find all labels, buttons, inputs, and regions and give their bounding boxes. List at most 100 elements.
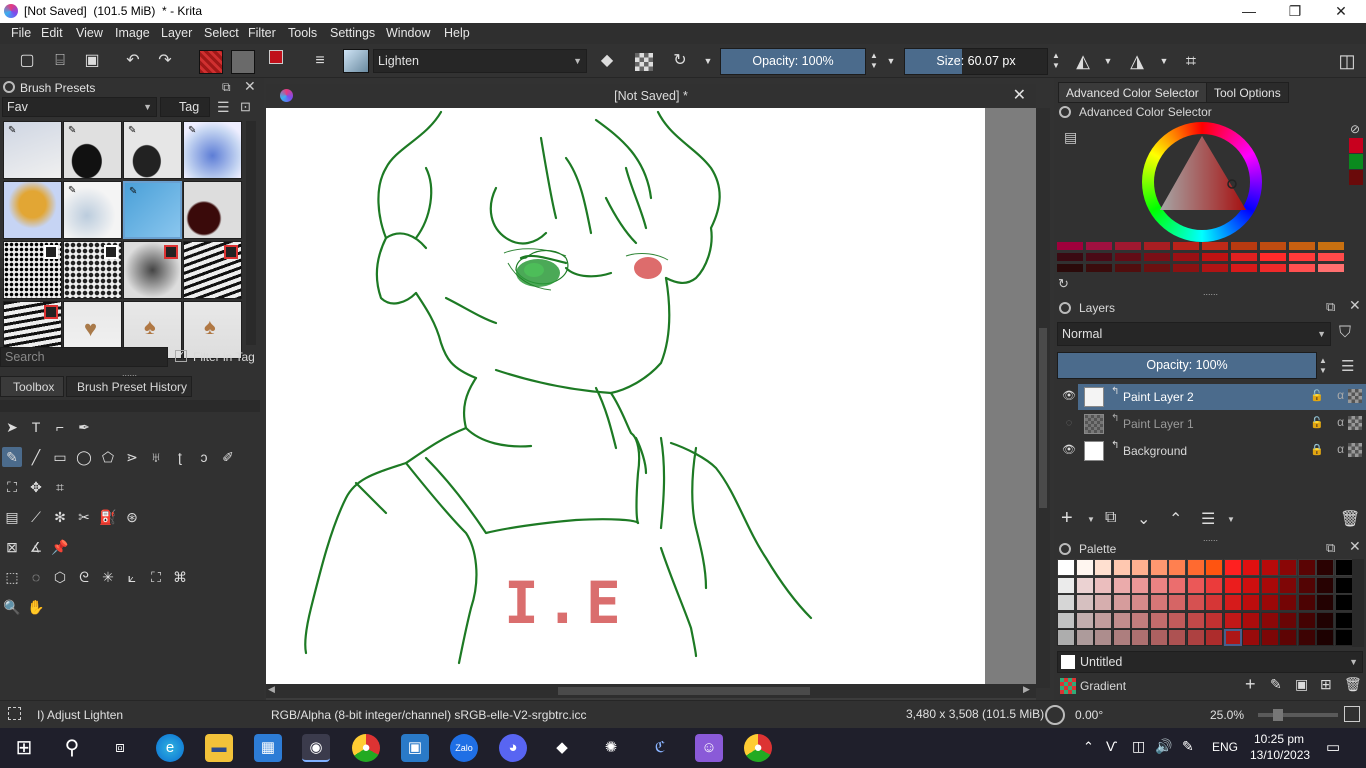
horizontal-scroll-thumb[interactable] <box>558 687 810 695</box>
move-layer-up-icon[interactable]: ⌃ <box>1169 509 1182 529</box>
color-history-swatch[interactable] <box>1057 242 1083 250</box>
menu-window[interactable]: Window <box>386 26 430 40</box>
brush-preset-icon[interactable] <box>343 49 369 73</box>
palette-swatch[interactable] <box>1242 611 1260 629</box>
palette-swatch[interactable] <box>1316 576 1334 594</box>
app-icon-3[interactable]: ℭ <box>646 734 674 762</box>
layer-lock-icon[interactable]: 🔓 <box>1310 416 1324 429</box>
calligraphy-tool-icon[interactable]: ✒ <box>74 417 94 437</box>
close-button[interactable]: ✕ <box>1318 0 1364 23</box>
preset-airbrush[interactable]: ✎ <box>183 121 242 179</box>
palette-swatch[interactable] <box>1260 559 1279 576</box>
tag-button[interactable]: Tag <box>160 97 210 117</box>
color-history-swatch[interactable] <box>1173 242 1199 250</box>
color-picker-tool-icon[interactable]: ⟋ <box>26 507 46 527</box>
roblox-icon[interactable]: ◆ <box>548 734 576 762</box>
menu-filter[interactable]: Filter <box>248 26 276 40</box>
transform-tool-icon[interactable]: ⛶ <box>2 477 22 497</box>
palette-swatch[interactable] <box>1334 629 1353 646</box>
layer-opacity-spin-icon[interactable]: ▲ ▼ <box>1319 356 1327 376</box>
palette-swatch[interactable] <box>1168 611 1186 629</box>
blend-mode-dropdown[interactable]: Lighten ▼ <box>373 49 587 73</box>
alpha-inherit-icon[interactable] <box>1348 443 1362 457</box>
smart-patch-tool-icon[interactable]: ✂ <box>74 507 94 527</box>
color-history-swatch[interactable] <box>1260 253 1286 261</box>
layer-filter-icon[interactable]: ⛉ <box>1339 324 1351 342</box>
text-tool-icon[interactable]: T <box>26 417 46 437</box>
palette-swatch[interactable] <box>1223 576 1242 594</box>
canvas-vertical-scrollbar[interactable] <box>1036 108 1050 688</box>
palette-swatch[interactable] <box>1316 611 1334 629</box>
palette-swatch[interactable] <box>1297 611 1316 629</box>
magnetic-select-tool-icon[interactable]: ⌘ <box>170 567 190 587</box>
preset-smudge[interactable] <box>183 181 242 239</box>
palette-save-icon[interactable]: ▣ <box>1295 676 1308 693</box>
palette-swatch[interactable] <box>1168 594 1186 611</box>
mirror-horizontal-icon[interactable]: ◭ <box>1073 51 1093 71</box>
preset-texture[interactable] <box>123 241 182 299</box>
layer-properties-icon[interactable]: ☰ <box>1201 509 1215 529</box>
color-history-swatch[interactable] <box>1057 264 1083 272</box>
menu-file[interactable]: File <box>11 26 31 40</box>
drawing-canvas[interactable]: I.E <box>266 108 985 684</box>
menu-edit[interactable]: Edit <box>41 26 63 40</box>
palette-swatch[interactable] <box>1297 594 1316 611</box>
color-history-swatch[interactable] <box>1115 253 1141 261</box>
color-history-swatch[interactable] <box>1144 253 1170 261</box>
minimize-button[interactable]: — <box>1226 0 1272 23</box>
palette-swatch[interactable] <box>1186 576 1205 594</box>
palette-swatch[interactable] <box>1057 611 1075 629</box>
palette-swatch[interactable] <box>1149 594 1168 611</box>
layer-visibility-eye-icon[interactable]: 👁 <box>1062 389 1076 403</box>
menu-select[interactable]: Select <box>204 26 239 40</box>
palette-delete-icon[interactable]: 🗑 <box>1344 676 1362 693</box>
palette-swatch[interactable] <box>1242 559 1260 576</box>
open-folder-icon[interactable]: ⌸ <box>50 51 70 71</box>
recent-color-2[interactable] <box>1349 154 1363 169</box>
network-icon[interactable]: ◫ <box>1132 738 1145 755</box>
maximize-button[interactable]: ❐ <box>1272 0 1318 23</box>
palette-swatch[interactable] <box>1057 629 1075 646</box>
color-history-swatch[interactable] <box>1202 264 1228 272</box>
dock-toggle-icon[interactable]: ◫ <box>1337 51 1357 71</box>
pattern-swatch[interactable] <box>231 50 255 74</box>
chrome-icon[interactable]: ● <box>352 734 380 762</box>
color-history-swatch[interactable] <box>1289 253 1315 261</box>
zoom-slider[interactable] <box>1258 709 1338 721</box>
color-selector-settings-icon[interactable]: ▤ <box>1064 129 1077 146</box>
palette-swatch[interactable] <box>1094 576 1112 594</box>
palette-swatch[interactable] <box>1279 629 1297 646</box>
menu-settings[interactable]: Settings <box>330 26 375 40</box>
save-icon[interactable]: ▣ <box>82 51 102 71</box>
move-tool-icon[interactable]: ✥ <box>26 477 46 497</box>
mirror-h-dropdown-icon[interactable]: ▼ <box>1098 51 1118 71</box>
palette-swatch[interactable] <box>1223 559 1242 576</box>
line-tool-icon[interactable]: ╱ <box>26 447 46 467</box>
move-layer-down-icon[interactable]: ⌄ <box>1137 509 1150 529</box>
color-history-swatch[interactable] <box>1260 264 1286 272</box>
alpha-inherit-icon[interactable] <box>1348 389 1362 403</box>
color-history-swatch[interactable] <box>1260 242 1286 250</box>
palette-swatch[interactable] <box>1205 576 1223 594</box>
app-icon-2[interactable]: ✺ <box>597 734 625 762</box>
palette-swatch[interactable] <box>1242 629 1260 646</box>
task-view-icon[interactable]: ⧈ <box>106 734 134 762</box>
language-indicator[interactable]: ENG <box>1212 740 1238 754</box>
notification-icon[interactable]: ▭ <box>1326 738 1340 756</box>
layer-opacity-slider[interactable]: Opacity: 100% <box>1057 352 1317 379</box>
palette-swatch[interactable] <box>1075 559 1094 576</box>
ellipse-tool-icon[interactable]: ◯ <box>74 447 94 467</box>
preset-search-input[interactable]: Search <box>0 347 168 367</box>
alpha-lock-icon[interactable]: α <box>1337 415 1344 429</box>
palette-swatch[interactable] <box>1075 576 1094 594</box>
palette-swatch[interactable] <box>1297 576 1316 594</box>
layer-row-background[interactable]: 👁 ↰ Background 🔒 α <box>1056 438 1366 464</box>
palette-swatch[interactable] <box>1112 594 1131 611</box>
edit-shapes-tool-icon[interactable]: ⌐ <box>50 417 70 437</box>
palette-swatch[interactable] <box>1260 576 1279 594</box>
palette-swatch[interactable] <box>1094 629 1112 646</box>
preset-halftone-2[interactable] <box>63 241 122 299</box>
preset-waves[interactable] <box>183 241 242 299</box>
preset-fineliner[interactable]: ✎ <box>123 121 182 179</box>
palette-swatch[interactable] <box>1205 594 1223 611</box>
